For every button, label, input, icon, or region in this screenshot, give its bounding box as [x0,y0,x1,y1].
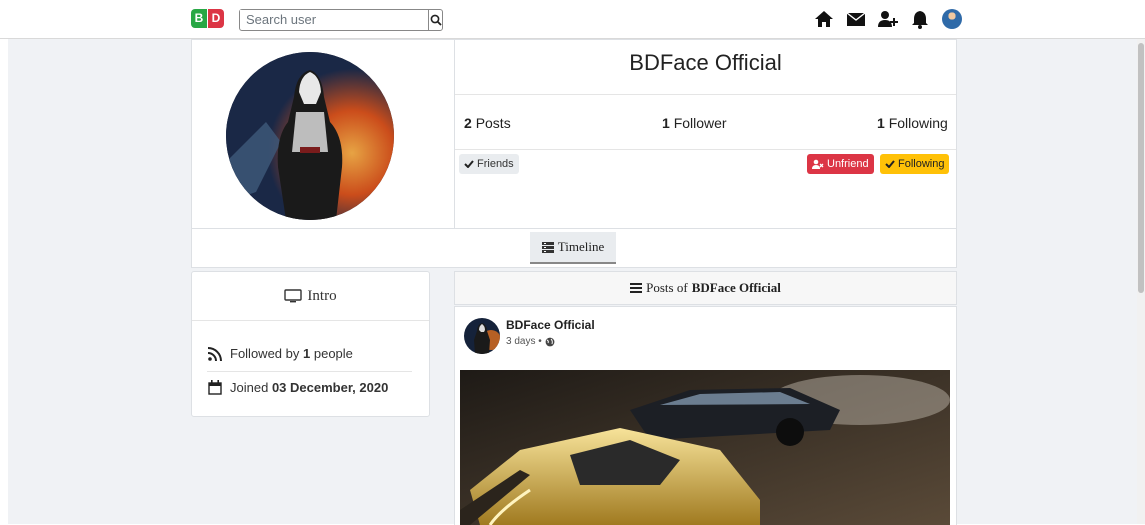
post-image[interactable] [460,370,950,525]
joined-prefix: Joined [230,380,269,395]
following-count: 1 [877,115,885,131]
profile-info-card: BDFace Official 2 Posts 1 Follower 1 Fol… [454,39,957,230]
post-author-name[interactable]: BDFace Official [506,318,595,332]
followed-suffix: people [313,346,353,361]
user-remove-icon [812,159,824,169]
divider [455,94,956,95]
check-icon [885,160,895,168]
stat-following[interactable]: 1 Following [877,115,948,131]
unfriend-button[interactable]: Unfriend [807,154,874,174]
home-icon[interactable] [813,8,835,30]
friends-button[interactable]: Friends [459,154,519,174]
divider [455,149,956,150]
logo-letter-b: B [191,9,207,28]
unfriend-label: Unfriend [827,158,869,170]
add-friend-icon[interactable] [877,8,899,30]
avatar[interactable] [941,8,963,30]
search-icon [430,14,442,26]
timeline-icon [541,241,554,253]
check-icon [464,160,474,168]
followers-count: 1 [662,115,670,131]
stat-followers[interactable]: 1 Follower [662,115,727,131]
posts-header-name: BDFace Official [691,280,781,295]
search-input[interactable] [240,10,428,28]
post-author-avatar[interactable] [464,318,500,354]
profile-tabs: Timeline [191,228,957,268]
list-icon [630,283,643,293]
profile-picture-card [191,39,455,230]
following-label: Following [888,115,948,131]
intro-row-divider [207,371,412,372]
profile-name: BDFace Official [629,50,782,75]
post-timestamp: 3 days • [506,336,555,347]
posts-header: Posts of BDFace Official [454,271,957,305]
profile-picture[interactable] [226,52,394,220]
posts-label: Posts [475,115,511,131]
following-button[interactable]: Following [880,154,950,174]
site-logo[interactable]: B D [191,9,224,28]
followed-count: 1 [303,346,311,361]
joined-row: Joined 03 December, 2020 [208,380,388,395]
joined-date: 03 December, 2020 [271,380,389,395]
post-time-text: 3 days • [506,336,542,347]
scrollbar-thumb[interactable] [1138,43,1144,293]
search-box [239,9,443,31]
top-navbar: B D [0,0,1145,39]
intro-title: Intro [307,287,337,304]
calendar-icon [208,380,222,395]
posts-header-prefix: Posts of [646,280,688,295]
posts-count: 2 [464,115,472,131]
following-button-label: Following [898,158,945,170]
followers-label: Follower [673,115,727,131]
intro-card: Intro Followed by 1 people Joined 03 Dec… [191,271,430,417]
stat-posts[interactable]: 2 Posts [464,115,511,131]
user-avatar-image [942,9,962,29]
followed-prefix: Followed by [230,346,300,361]
envelope-icon[interactable] [845,8,867,30]
scrollbar[interactable] [1137,39,1145,524]
intro-header: Intro [192,272,429,321]
rss-icon [208,346,222,361]
search-button[interactable] [428,10,442,30]
logo-letter-d: D [208,9,224,28]
globe-icon [545,337,555,346]
tab-timeline[interactable]: Timeline [530,232,616,264]
bell-icon[interactable] [909,8,931,30]
monitor-icon [284,288,303,302]
post-card: BDFace Official 3 days • [454,306,957,525]
friends-label: Friends [477,158,514,170]
tab-timeline-label: Timeline [557,239,605,254]
followed-by-row: Followed by 1 people [208,346,353,361]
